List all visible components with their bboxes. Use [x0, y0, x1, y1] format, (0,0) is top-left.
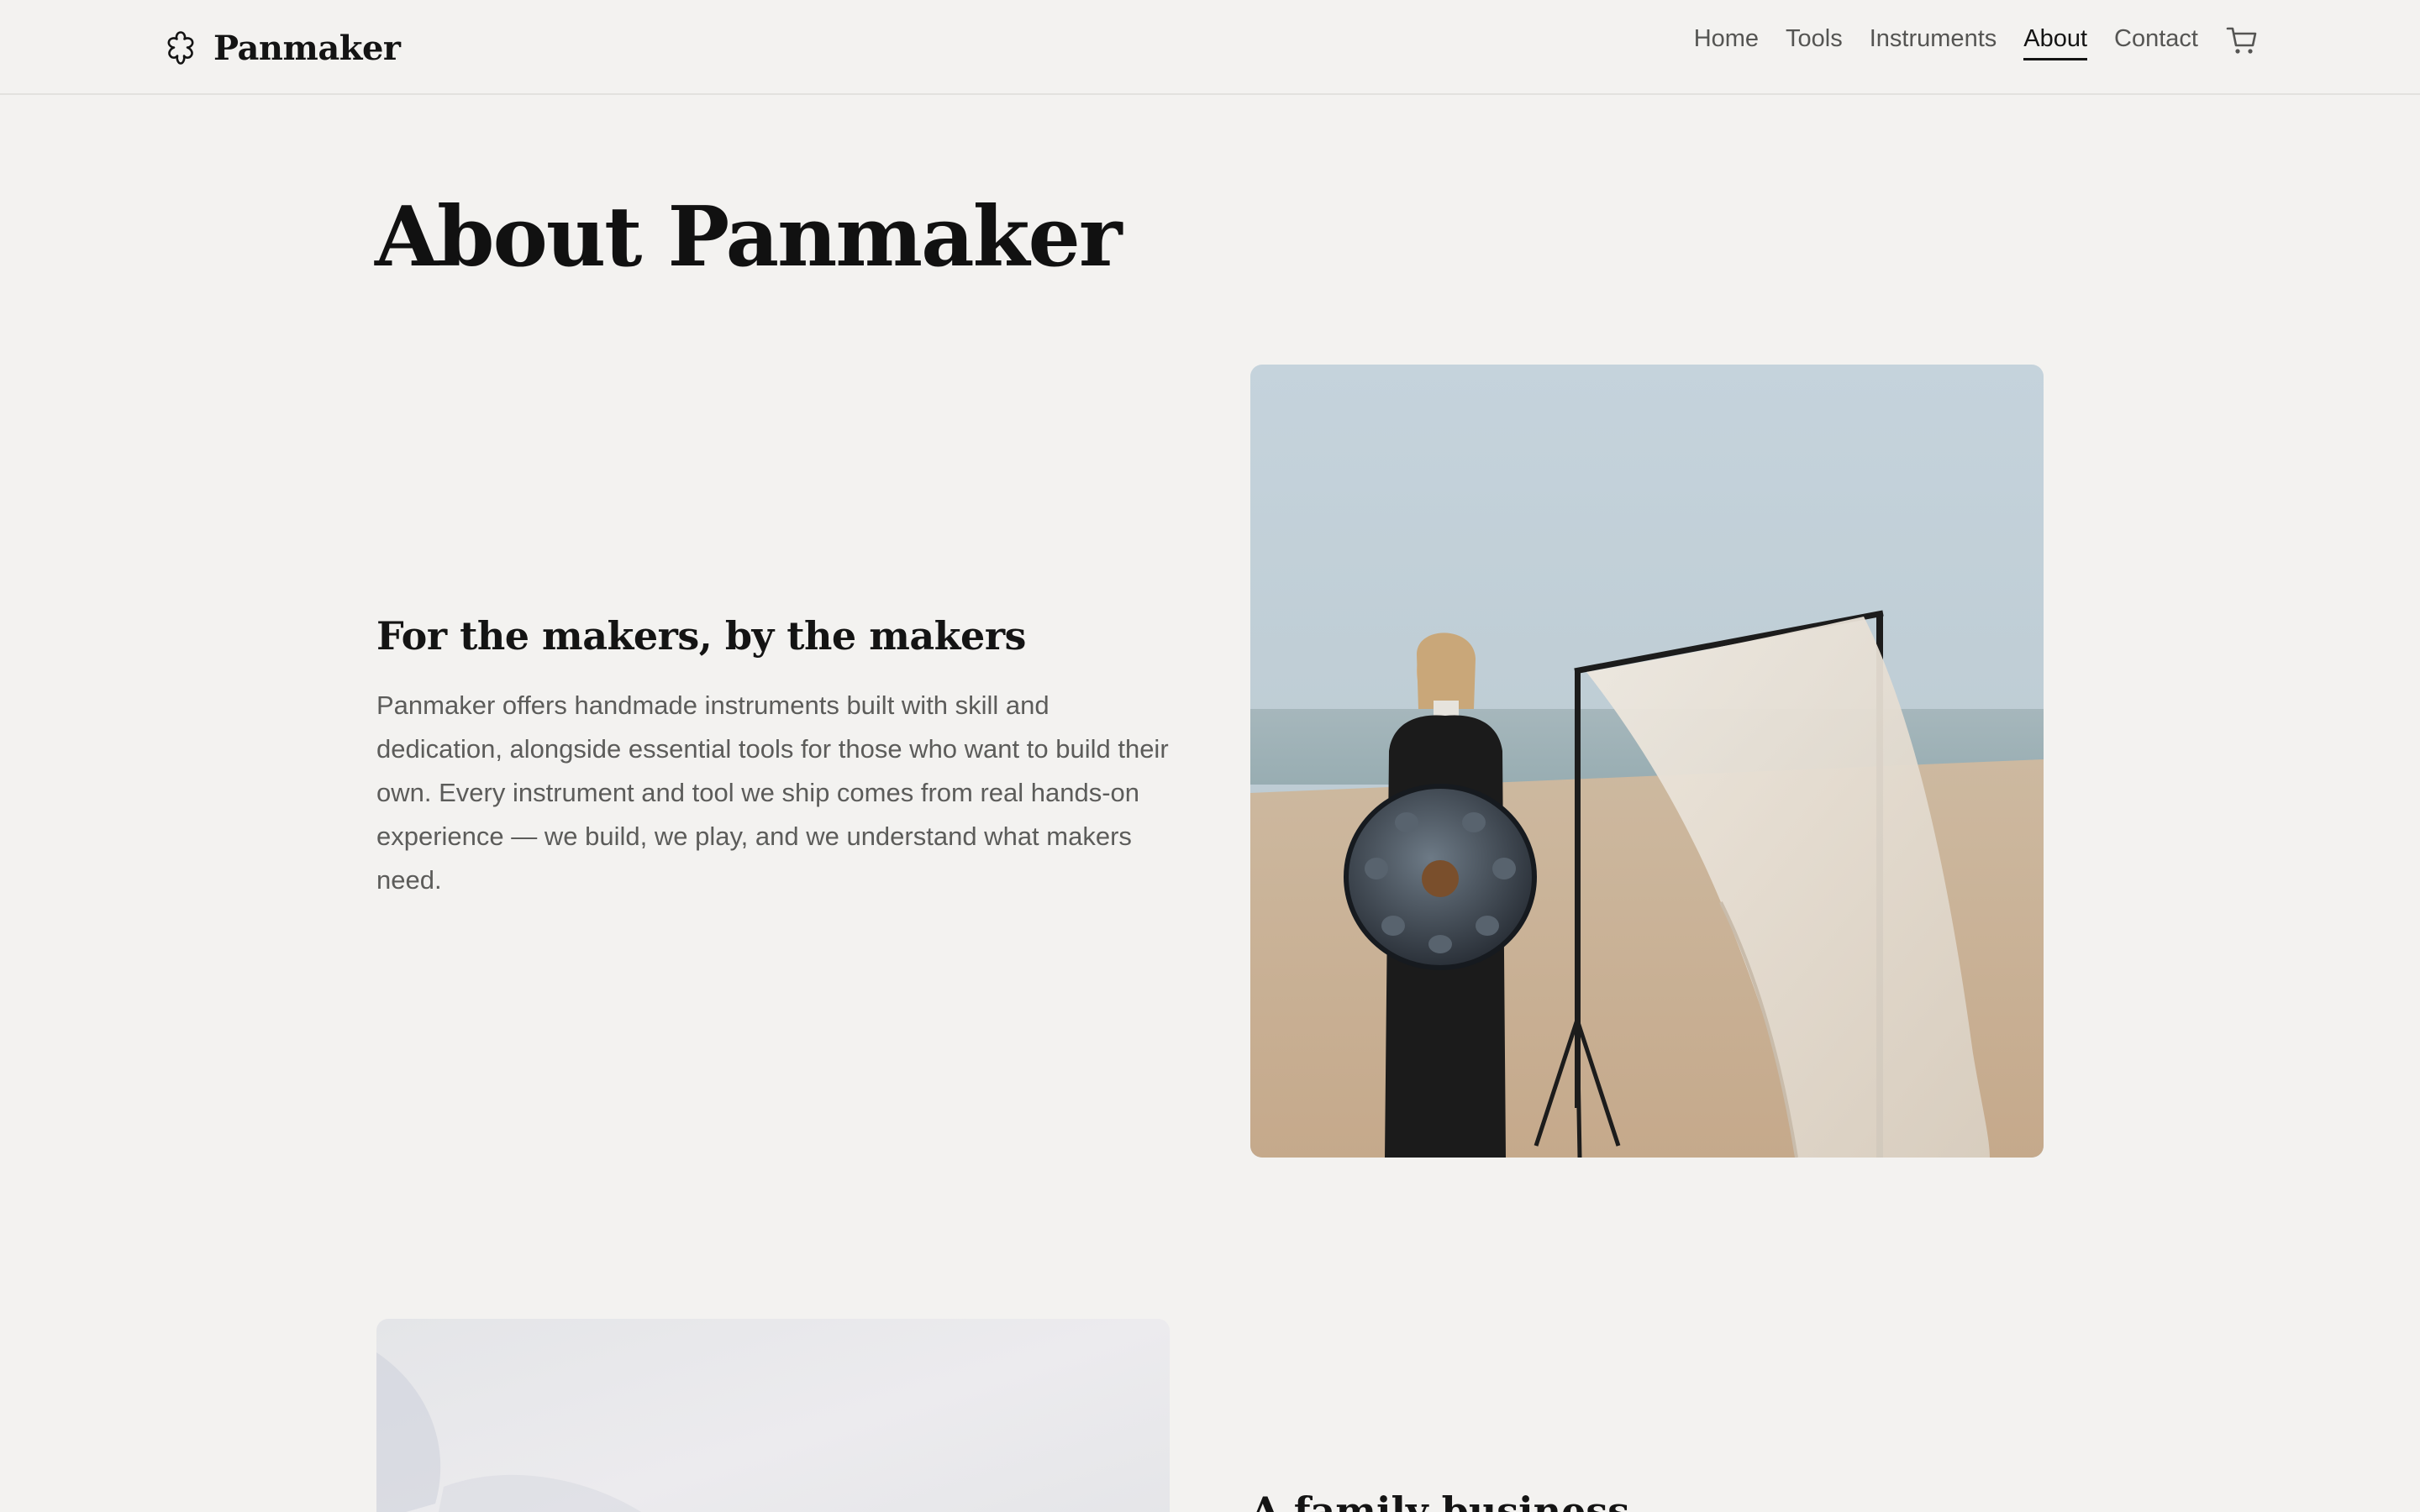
flower-outline-icon — [167, 31, 194, 65]
section-body: Panmaker offers handmade instruments bui… — [376, 690, 1169, 895]
section-text: For the makers, by the makers Panmaker o… — [376, 613, 1183, 902]
site-header: Panmaker Home Tools Instruments About Co… — [0, 0, 2420, 95]
nav-link-home[interactable]: Home — [1694, 25, 1759, 60]
page-title: About Panmaker — [375, 189, 1122, 286]
nav-link-tools[interactable]: Tools — [1786, 25, 1843, 60]
main-nav: Home Tools Instruments About Contact — [1694, 25, 2259, 60]
shopping-cart-icon[interactable] — [2225, 24, 2259, 57]
brand-home-link[interactable]: Panmaker — [160, 27, 401, 69]
sky-photo — [376, 1319, 1170, 1512]
nav-link-contact[interactable]: Contact — [2114, 25, 2198, 60]
section-heading: For the makers, by the makers — [376, 613, 1026, 659]
nav-link-instruments[interactable]: Instruments — [1870, 25, 1997, 60]
nav-link-about[interactable]: About — [2023, 25, 2088, 60]
beach-musician-photo — [1250, 365, 2044, 1158]
section-heading: A family business — [1250, 1488, 1630, 1512]
brand-name: Panmaker — [213, 28, 401, 68]
